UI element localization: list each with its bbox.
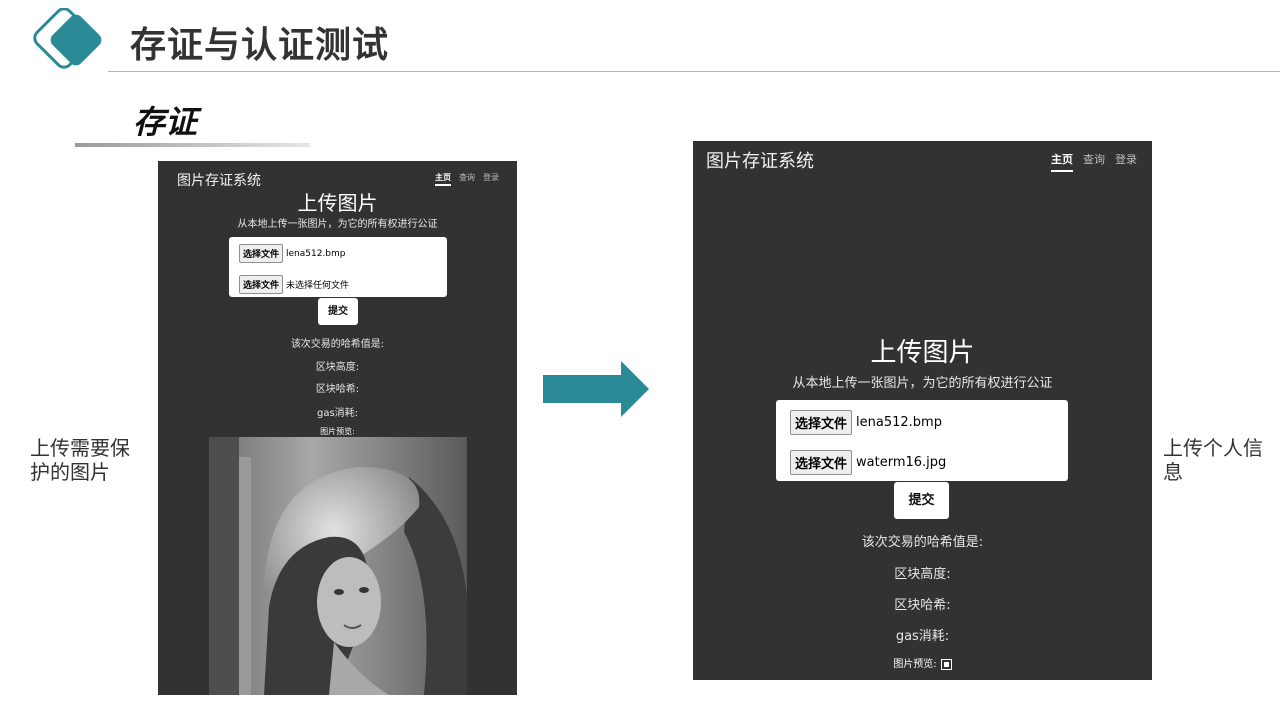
choose-file-button[interactable]: 选择文件 [790, 450, 853, 475]
right-arrow-icon [543, 361, 649, 417]
file-input-info[interactable]: 选择文件 waterm16.jpg [790, 450, 946, 475]
block-hash-label: 区块哈希: [894, 598, 951, 613]
left-caption: 上传需要保护的图片 [30, 436, 130, 484]
nav-home[interactable]: 主页 [1051, 151, 1073, 172]
block-hash-label: 区块哈希: [315, 384, 360, 395]
file-input-card: 选择文件 lena512.bmp 选择文件 未选择任何文件 [229, 237, 447, 297]
block-height-label: 区块高度: [894, 567, 951, 582]
nav-bar: 主页 查询 登录 [435, 172, 499, 186]
tx-hash-label: 该次交易的哈希值是: [861, 535, 984, 550]
slide-title: 存证与认证测试 [130, 25, 390, 66]
file-name: 未选择任何文件 [286, 281, 350, 291]
right-app-screenshot: 图片存证系统 主页 查询 登录 上传图片 从本地上传一张图片，为它的所有权进行公… [693, 141, 1152, 680]
nav-query[interactable]: 查询 [1083, 151, 1105, 172]
upload-description: 从本地上传一张图片，为它的所有权进行公证 [792, 376, 1053, 391]
choose-file-button[interactable]: 选择文件 [790, 410, 853, 435]
section-title: 存证 [133, 103, 198, 141]
block-height-label: 区块高度: [315, 362, 360, 373]
nav-login[interactable]: 登录 [1115, 151, 1137, 172]
file-input-image[interactable]: 选择文件 lena512.bmp [790, 410, 942, 435]
choose-file-button[interactable]: 选择文件 [239, 244, 284, 263]
tx-hash-label: 该次交易的哈希值是: [290, 339, 385, 350]
gas-label: gas消耗: [316, 408, 359, 419]
right-caption: 上传个人信息 [1163, 436, 1263, 484]
gas-label: gas消耗: [895, 629, 950, 644]
preview-image [209, 437, 467, 695]
file-input-info[interactable]: 选择文件 未选择任何文件 [239, 275, 349, 294]
submit-button[interactable]: 提交 [894, 482, 949, 519]
file-input-card: 选择文件 lena512.bmp 选择文件 waterm16.jpg [776, 400, 1068, 481]
file-input-image[interactable]: 选择文件 lena512.bmp [239, 244, 346, 263]
preview-label: 图片预览: [320, 427, 355, 436]
nav-query[interactable]: 查询 [459, 172, 475, 186]
preview-row: 图片预览: [693, 655, 1152, 670]
upload-heading: 上传图片 [297, 191, 378, 215]
preview-label: 图片预览: [893, 659, 937, 670]
nav-home[interactable]: 主页 [435, 172, 451, 186]
submit-button[interactable]: 提交 [318, 298, 358, 325]
file-name: lena512.bmp [856, 415, 942, 430]
choose-file-button[interactable]: 选择文件 [239, 275, 284, 294]
header-divider [108, 71, 1280, 72]
section-underline [75, 143, 310, 147]
left-app-screenshot: 图片存证系统 主页 查询 登录 上传图片 从本地上传一张图片，为它的所有权进行公… [158, 161, 517, 695]
nav-bar: 主页 查询 登录 [1051, 151, 1137, 172]
upload-heading: 上传图片 [870, 338, 975, 368]
file-name: lena512.bmp [286, 248, 346, 259]
app-brand[interactable]: 图片存证系统 [706, 147, 814, 173]
broken-image-icon [940, 658, 952, 670]
nav-login[interactable]: 登录 [483, 172, 499, 186]
logo-diamond-icon [33, 8, 102, 69]
file-name: waterm16.jpg [856, 455, 947, 470]
upload-description: 从本地上传一张图片，为它的所有权进行公证 [237, 219, 438, 230]
